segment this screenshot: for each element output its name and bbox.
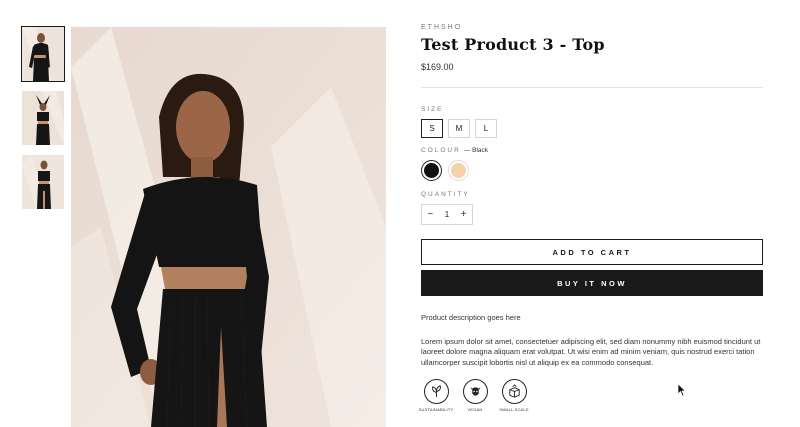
colour-label: COLOUR — Black (421, 147, 763, 154)
cow-icon (462, 379, 488, 405)
description-body: Lorem ipsum dolor sit amet, consectetuer… (421, 336, 761, 368)
quantity-value[interactable]: 1 (439, 210, 456, 219)
size-option-l[interactable]: L (475, 119, 497, 138)
colour-selected-value: — Black (463, 147, 489, 154)
buy-it-now-button[interactable]: BUY IT NOW (421, 270, 763, 296)
product-badges: SUSTAINABILITY VEGAN SMALL SCALE (418, 379, 763, 413)
size-label: SIZE (421, 106, 444, 113)
colour-label-text: COLOUR (421, 147, 461, 154)
colour-swatches (421, 160, 763, 181)
badge-sustainability: SUSTAINABILITY (418, 379, 454, 413)
box-icon (501, 379, 527, 405)
product-title: Test Product 3 - Top (421, 35, 605, 54)
size-option-s[interactable]: S (421, 119, 443, 138)
product-price: $169.00 (421, 62, 454, 72)
colour-selector: COLOUR — Black (421, 147, 763, 181)
thumbnail-3[interactable] (22, 155, 64, 209)
model-photo (71, 27, 386, 427)
description-heading: Product description goes here (421, 313, 521, 322)
model-arms-up-image (22, 91, 64, 145)
size-selector: SIZE S M L (421, 106, 763, 138)
badge-label: SMALL SCALE (499, 407, 529, 413)
badge-vegan: VEGAN (460, 379, 490, 412)
beige-swatch-fill (451, 163, 466, 178)
thumbnail-gallery (21, 26, 65, 219)
badge-label: VEGAN (467, 407, 483, 413)
quantity-decrease-button[interactable]: − (422, 209, 439, 220)
quantity-selector: QUANTITY − 1 + (421, 191, 763, 225)
badge-small-scale: SMALL SCALE (499, 379, 529, 412)
thumbnail-2[interactable] (22, 91, 64, 145)
colour-swatch-beige[interactable] (448, 160, 469, 181)
model-side-image (22, 155, 64, 209)
badge-label: SUSTAINABILITY (418, 407, 454, 413)
size-options: S M L (421, 119, 763, 138)
add-to-cart-button[interactable]: ADD TO CART (421, 239, 763, 265)
vendor-name: ETHSHO (421, 24, 463, 31)
black-swatch-fill (424, 163, 439, 178)
model-front-image (22, 27, 64, 81)
leaf-icon (423, 379, 449, 405)
mouse-pointer-icon (677, 383, 687, 397)
quantity-increase-button[interactable]: + (455, 209, 472, 220)
quantity-label: QUANTITY (421, 191, 470, 198)
colour-swatch-black[interactable] (421, 160, 442, 181)
product-info-panel: ETHSHO Test Product 3 - Top $169.00 SIZE… (418, 24, 763, 413)
size-option-m[interactable]: M (448, 119, 470, 138)
divider (421, 87, 763, 88)
thumbnail-1[interactable] (21, 26, 65, 82)
main-product-image[interactable] (71, 27, 386, 427)
quantity-stepper: − 1 + (421, 204, 473, 225)
